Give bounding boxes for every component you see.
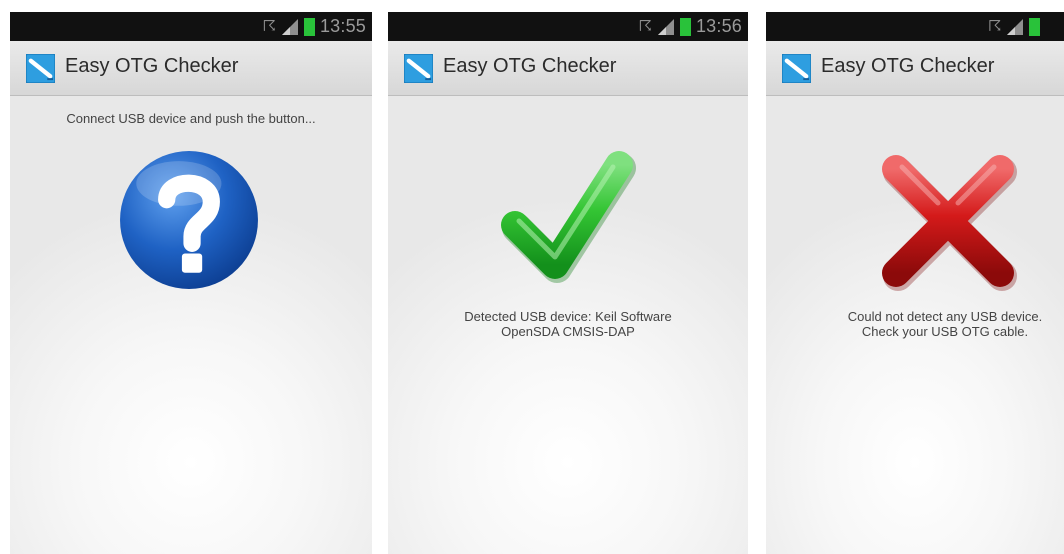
action-bar: Easy OTG Checker bbox=[388, 41, 748, 96]
detection-result-text: Could not detect any USB device. Check y… bbox=[766, 309, 1064, 339]
phone-screen-waiting: ☈ 13:55 Easy OTG Checker Connect USB dev… bbox=[10, 12, 372, 554]
app-title: Easy OTG Checker bbox=[821, 55, 995, 77]
usb-icon: ☈ bbox=[262, 18, 276, 35]
app-title: Easy OTG Checker bbox=[65, 55, 239, 77]
instruction-text: Connect USB device and push the button..… bbox=[66, 111, 316, 126]
status-icons: ☈ 13:55 bbox=[263, 12, 367, 41]
battery-icon bbox=[679, 17, 691, 36]
detection-result-line1: Could not detect any USB device. bbox=[847, 309, 1043, 324]
detection-result-line2: Check your USB OTG cable. bbox=[861, 324, 1029, 339]
easy-otg-checker-icon[interactable] bbox=[404, 54, 433, 83]
cross-icon bbox=[882, 155, 1017, 291]
app-title: Easy OTG Checker bbox=[443, 55, 617, 77]
easy-otg-checker-icon[interactable] bbox=[26, 54, 55, 83]
status-bar: ☈ bbox=[766, 12, 1064, 41]
detection-result-line2: OpenSDA CMSIS-DAP bbox=[501, 324, 635, 339]
battery-icon bbox=[303, 17, 315, 36]
signal-icon bbox=[657, 18, 674, 35]
detection-result-text: Detected USB device: Keil Software OpenS… bbox=[388, 309, 748, 339]
phone-screen-not-detected: ☈ Easy OTG Checker Could not detect any … bbox=[766, 12, 1064, 554]
action-bar: Easy OTG Checker bbox=[10, 41, 372, 96]
status-icons: ☈ bbox=[988, 12, 1041, 41]
easy-otg-checker-icon[interactable] bbox=[782, 54, 811, 83]
status-time: 13:55 bbox=[319, 16, 366, 36]
question-mark-icon[interactable] bbox=[118, 149, 260, 291]
status-bar: ☈ 13:56 bbox=[388, 12, 748, 41]
main-content[interactable]: Detected USB device: Keil Software OpenS… bbox=[388, 96, 748, 554]
action-bar: Easy OTG Checker bbox=[766, 41, 1064, 96]
battery-icon bbox=[1029, 17, 1041, 36]
status-bar: ☈ 13:55 bbox=[10, 12, 372, 41]
usb-icon: ☈ bbox=[638, 18, 652, 35]
status-time: 13:56 bbox=[695, 16, 742, 36]
status-icons: ☈ 13:56 bbox=[639, 12, 743, 41]
phone-screen-detected: ☈ 13:56 Easy OTG Checker Detected USB de… bbox=[388, 12, 748, 554]
detection-result-line1: Detected USB device: Keil Software bbox=[464, 309, 672, 324]
usb-icon: ☈ bbox=[988, 18, 1002, 35]
main-content[interactable]: Could not detect any USB device. Check y… bbox=[766, 96, 1064, 554]
signal-icon bbox=[281, 18, 298, 35]
main-content[interactable]: Connect USB device and push the button..… bbox=[10, 96, 372, 554]
check-mark-icon bbox=[501, 151, 636, 283]
signal-icon bbox=[1007, 18, 1024, 35]
